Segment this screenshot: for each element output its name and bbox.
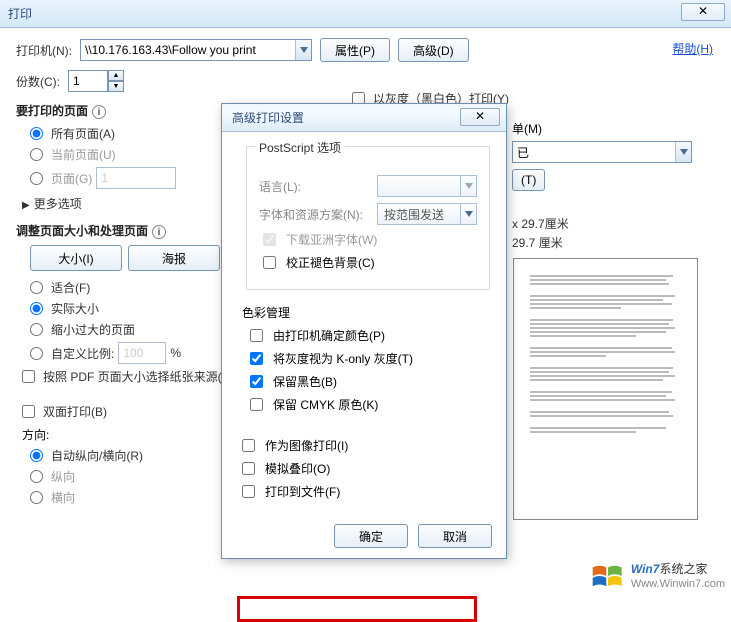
papersize2: 29.7 厘米: [512, 234, 722, 251]
lang-label: 语言(L):: [259, 178, 369, 195]
chevron-down-icon[interactable]: [675, 142, 691, 162]
pages-range-input: [96, 167, 176, 189]
tab-size[interactable]: 大小(I): [30, 245, 122, 271]
copies-row: 份数(C): ▲▼: [16, 70, 715, 92]
tab-poster[interactable]: 海报: [128, 245, 220, 271]
printer-combo[interactable]: [80, 39, 312, 61]
info-icon[interactable]: i: [92, 105, 106, 119]
preserve-black-option[interactable]: 保留黑色(B): [250, 373, 490, 390]
main-close-button[interactable]: ✕: [681, 3, 725, 21]
printer-input[interactable]: [80, 39, 312, 61]
ok-button[interactable]: 确定: [334, 524, 408, 548]
spin-down-icon[interactable]: ▼: [108, 81, 124, 92]
copies-label: 份数(C):: [16, 73, 60, 90]
copies-spinner[interactable]: ▲▼: [68, 70, 124, 92]
windows-logo-icon: [591, 562, 625, 590]
copies-input[interactable]: [68, 70, 108, 92]
adv-titlebar: 高级打印设置 ✕: [222, 104, 506, 132]
watermark-brand: Win7系统之家: [631, 560, 708, 577]
right-hints: 单(M) (T) x 29.7厘米 29.7 厘米: [512, 120, 722, 251]
konly-option[interactable]: 将灰度视为 K-only 灰度(T): [250, 350, 490, 367]
highlight-box: [237, 596, 477, 622]
adv-title: 高级打印设置: [232, 109, 304, 126]
printer-label: 打印机(N):: [16, 42, 72, 59]
print-to-file-option[interactable]: 打印到文件(F): [242, 483, 490, 500]
spin-up-icon[interactable]: ▲: [108, 70, 124, 81]
advanced-dialog: 高级打印设置 ✕ PostScript 选项 语言(L): 字体和资源方案(N)…: [221, 103, 507, 559]
main-title: 打印: [8, 5, 32, 22]
chevron-down-icon: [460, 176, 476, 196]
color-group-legend: 色彩管理: [242, 304, 490, 321]
page-preview: [513, 258, 698, 520]
help-link[interactable]: 帮助(H): [672, 40, 713, 57]
lang-select: [377, 175, 477, 197]
watermark: Win7系统之家 Www.Winwin7.com: [591, 560, 725, 590]
download-fonts-option: 下载亚洲字体(W): [263, 231, 477, 248]
chevron-down-icon[interactable]: [460, 204, 476, 224]
properties-button[interactable]: 属性(P): [320, 38, 390, 62]
simulate-overprint-option[interactable]: 模拟叠印(O): [242, 460, 490, 477]
printer-color-option[interactable]: 由打印机确定颜色(P): [250, 327, 490, 344]
watermark-url: Www.Winwin7.com: [631, 578, 725, 590]
advanced-button[interactable]: 高级(D): [398, 38, 469, 62]
policy-select[interactable]: 按范围发送: [377, 203, 477, 225]
preserve-cmyk-option[interactable]: 保留 CMYK 原色(K): [250, 396, 490, 413]
papersize1: x 29.7厘米: [512, 215, 722, 232]
correct-bg-option[interactable]: 校正褪色背景(C): [263, 254, 477, 271]
info-icon[interactable]: i: [152, 225, 166, 239]
postscript-group: PostScript 选项 语言(L): 字体和资源方案(N): 按范围发送 下…: [246, 146, 490, 290]
cancel-button[interactable]: 取消: [418, 524, 492, 548]
unit-combo[interactable]: [512, 141, 692, 163]
policy-label: 字体和资源方案(N):: [259, 206, 369, 223]
chevron-down-icon[interactable]: [295, 40, 311, 60]
print-as-image-option[interactable]: 作为图像打印(I): [242, 437, 490, 454]
main-titlebar: 打印 ✕: [0, 0, 731, 28]
postscript-legend: PostScript 选项: [255, 139, 345, 156]
t-button[interactable]: (T): [512, 169, 545, 191]
adv-button-bar: 确定 取消: [334, 524, 492, 548]
printer-row: 打印机(N): 属性(P) 高级(D): [16, 38, 715, 62]
adv-close-button[interactable]: ✕: [460, 108, 500, 126]
custom-scale-input: [118, 342, 166, 364]
